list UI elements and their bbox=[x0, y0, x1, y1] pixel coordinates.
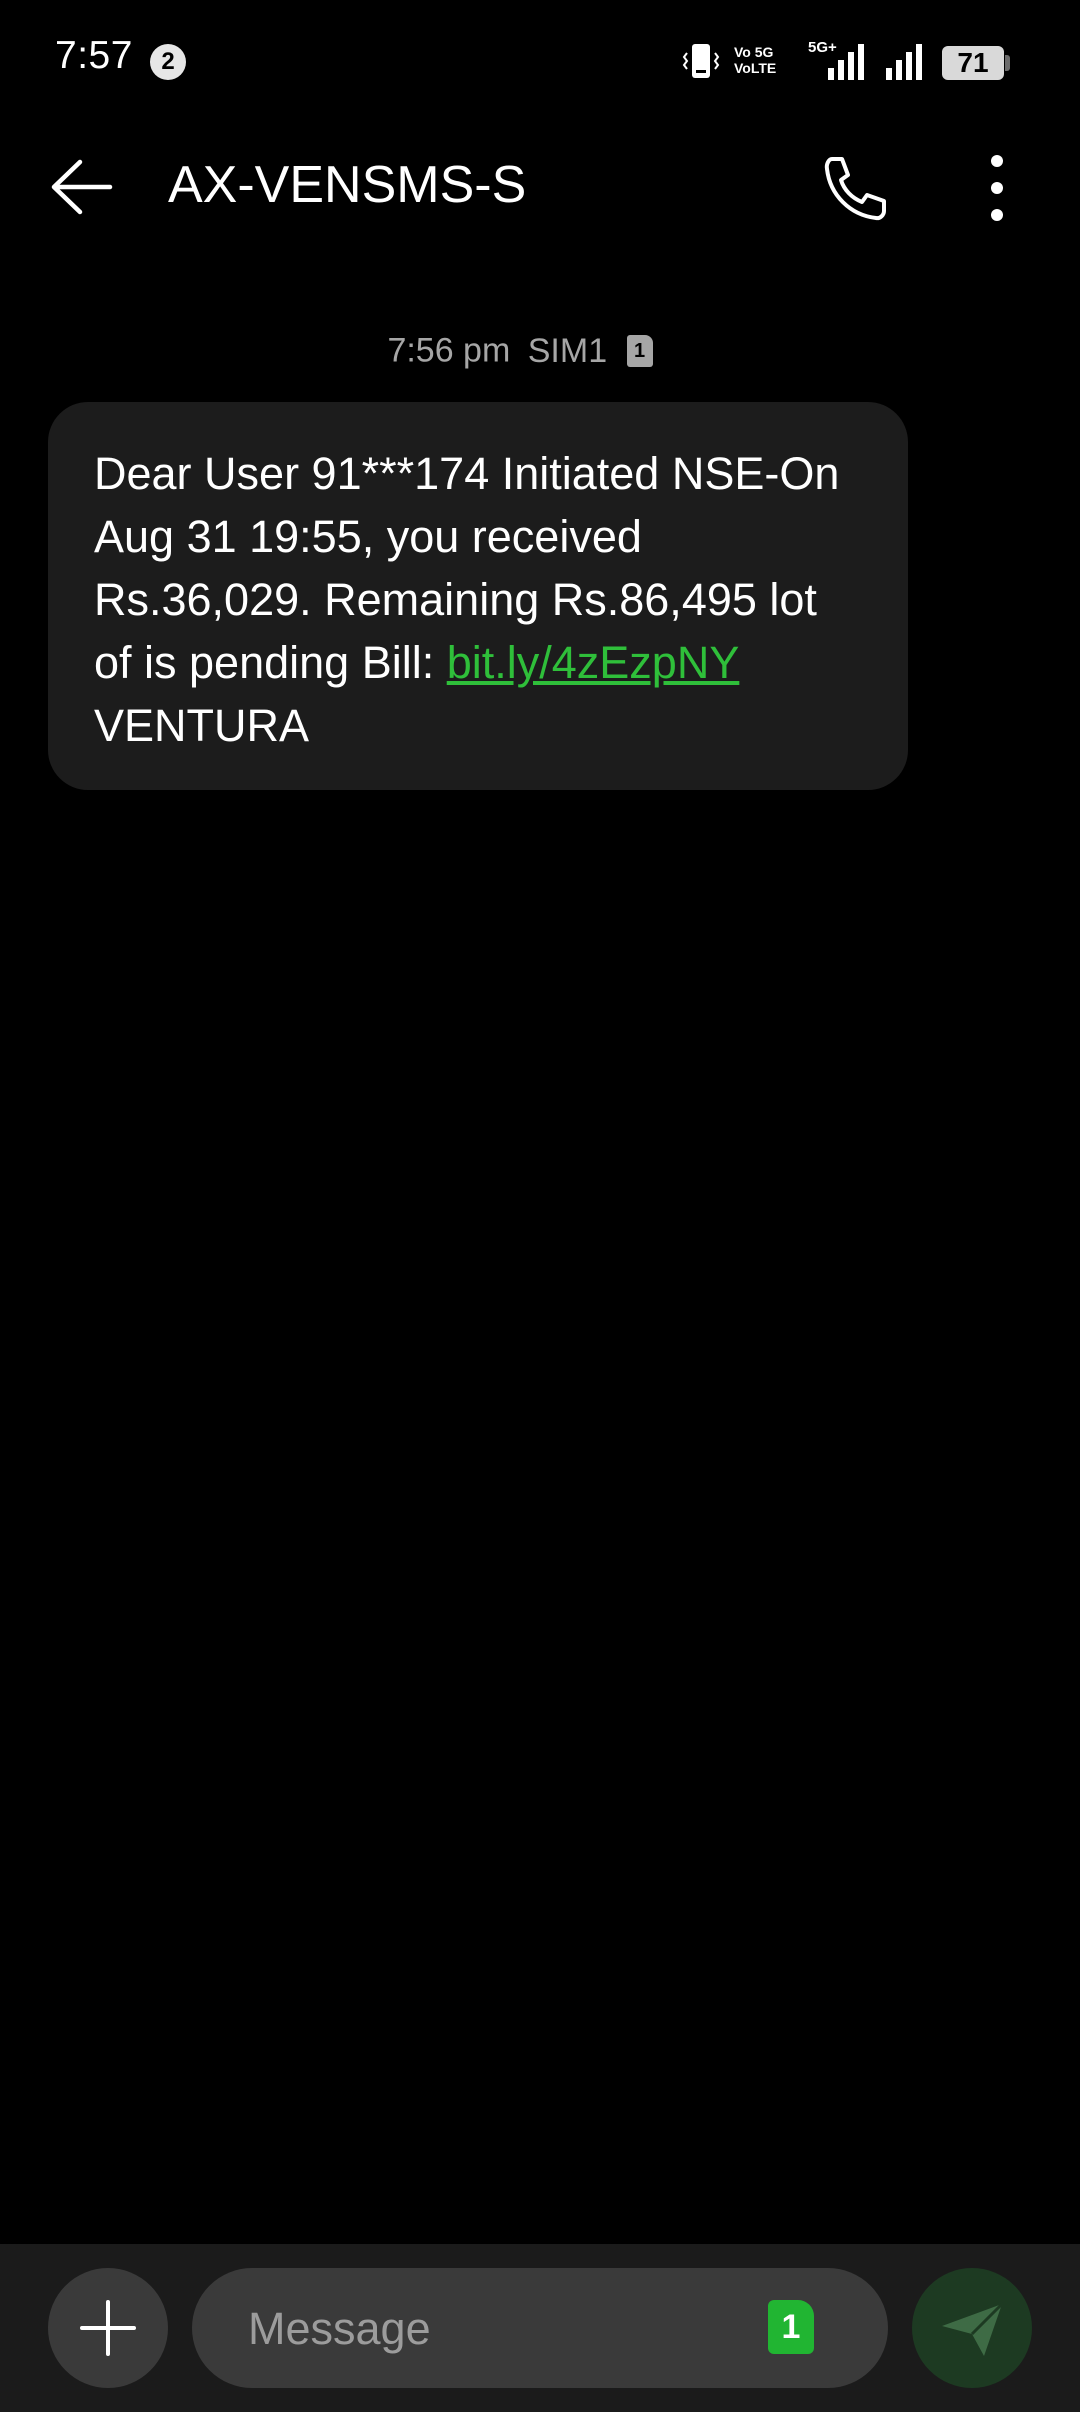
message-link[interactable]: bit.ly/4zEzpNY bbox=[447, 637, 740, 688]
message-input[interactable] bbox=[246, 2298, 750, 2360]
more-vertical-icon bbox=[991, 155, 1003, 221]
sim-select-button[interactable]: 1 bbox=[768, 2300, 814, 2354]
status-time: 7:57 bbox=[55, 34, 133, 77]
more-options-button[interactable] bbox=[960, 147, 1030, 227]
message-bubble[interactable]: Dear User 91***174 Initiated NSE-On Aug … bbox=[48, 402, 908, 790]
call-button[interactable] bbox=[808, 147, 898, 227]
vo-label: Vo bbox=[734, 44, 751, 60]
notification-count-badge: 2 bbox=[150, 44, 186, 80]
plus-icon bbox=[80, 2300, 136, 2356]
vo-5g-label: Vo 5G bbox=[734, 44, 773, 60]
conversation-header: AX-VENSMS-S bbox=[0, 125, 1080, 250]
sim-card-icon: 1 bbox=[626, 335, 653, 368]
back-button[interactable] bbox=[40, 147, 130, 227]
battery-cap bbox=[1005, 55, 1010, 71]
send-button[interactable] bbox=[912, 2268, 1032, 2388]
message-composer: 1 bbox=[0, 2244, 1080, 2412]
volte-label: VoLTE bbox=[734, 60, 777, 76]
message-sim-label: SIM1 bbox=[527, 331, 608, 370]
5g-label: 5G bbox=[754, 44, 774, 60]
vibrate-icon bbox=[682, 44, 720, 78]
battery-indicator: 71 bbox=[942, 46, 1004, 80]
signal-strength-icon bbox=[828, 44, 864, 80]
message-timestamp: 7:56 pm bbox=[387, 331, 511, 370]
status-bar: 7:57 2 Vo 5G VoLTE 5G+ 71 bbox=[0, 0, 1080, 120]
message-signature: VENTURA bbox=[94, 700, 310, 751]
sms-conversation-screen: 7:57 2 Vo 5G VoLTE 5G+ 71 AX-VENSMS-S 7:… bbox=[0, 0, 1080, 2412]
arrow-left-icon bbox=[51, 159, 113, 215]
contact-title: AX-VENSMS-S bbox=[168, 156, 527, 214]
message-meta: 7:56 pm SIM1 1 bbox=[0, 330, 1040, 371]
signal-strength-sim2-icon bbox=[886, 44, 922, 80]
add-attachment-button[interactable] bbox=[48, 2268, 168, 2388]
message-field[interactable]: 1 bbox=[192, 2268, 888, 2388]
phone-icon bbox=[824, 157, 886, 221]
send-icon bbox=[942, 2302, 1004, 2356]
